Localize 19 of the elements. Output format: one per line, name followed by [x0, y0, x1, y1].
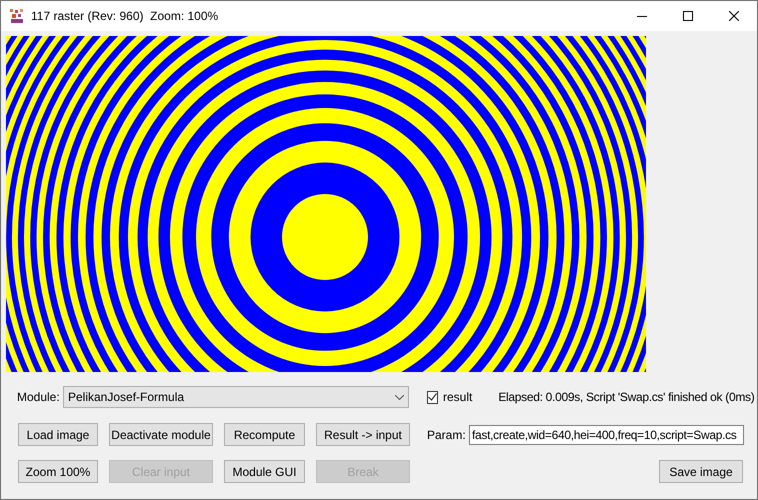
- param-field[interactable]: fast,create,wid=640,hei=400,freq=10,script=Swap.cs: [469, 425, 744, 445]
- status-text: Elapsed: 0.009s, Script 'Swap.cs' finished ok (0ms): [498, 389, 754, 406]
- checkbox-label: result: [443, 389, 472, 406]
- push-button[interactable]: Zoom 100%: [18, 460, 98, 483]
- window-title: 117 raster (Rev: 960) Zoom: 100%: [31, 8, 218, 25]
- module-label: Module:: [17, 389, 61, 406]
- maximize-icon: [683, 11, 693, 21]
- push-button[interactable]: Recompute: [224, 423, 305, 446]
- result-checkbox[interactable]: [427, 390, 438, 404]
- chevron-down-icon: [395, 394, 404, 400]
- push-button[interactable]: Load image: [18, 423, 98, 446]
- push-button[interactable]: Module GUI: [224, 460, 305, 483]
- close-icon: [729, 11, 739, 21]
- push-button[interactable]: Result -> input: [316, 423, 410, 446]
- app-logo-icon: [9, 8, 25, 24]
- module-dropdown[interactable]: PelikanJosef-Formula: [63, 386, 409, 408]
- push-button[interactable]: Deactivate module: [109, 423, 213, 446]
- param-label: Param:: [427, 427, 467, 444]
- push-button[interactable]: Save image: [659, 460, 743, 483]
